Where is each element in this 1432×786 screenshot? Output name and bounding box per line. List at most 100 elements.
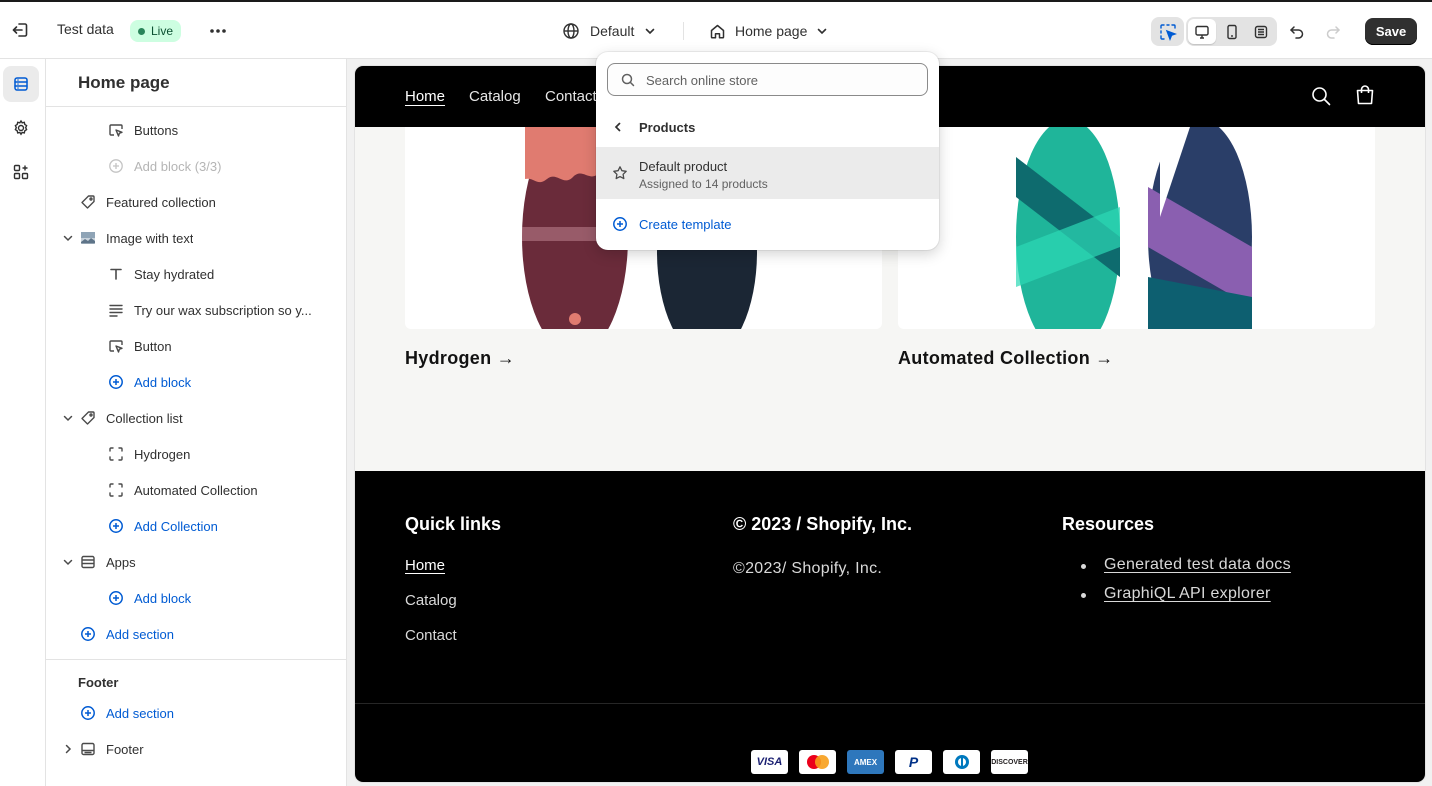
block-heading[interactable]: Stay hydrated xyxy=(46,256,346,292)
theme-selector-label: Default xyxy=(590,23,635,39)
page-selector-label: Home page xyxy=(735,23,808,39)
more-actions-icon[interactable] xyxy=(206,20,230,42)
template-option-default-product[interactable]: Default product Assigned to 14 products xyxy=(596,147,939,199)
tag-icon xyxy=(79,193,97,211)
footer-link-contact[interactable]: Contact xyxy=(405,627,457,644)
chevron-right-icon[interactable] xyxy=(62,743,74,755)
chevron-down-icon[interactable] xyxy=(62,232,74,244)
resource-link-label: Generated test data docs xyxy=(1104,556,1291,573)
text-heading-icon xyxy=(107,265,125,283)
undo-icon[interactable] xyxy=(1285,17,1309,46)
template-picker-popover: Products Default product Assigned to 14 … xyxy=(596,52,939,250)
button-block-icon xyxy=(107,337,125,355)
theme-selector[interactable]: Default xyxy=(562,18,656,44)
status-dot-icon xyxy=(138,27,145,35)
footer-link-catalog[interactable]: Catalog xyxy=(405,592,457,609)
sections-nav-button[interactable] xyxy=(3,66,39,102)
row-label: Add block xyxy=(134,374,192,390)
plus-circle-icon xyxy=(79,704,97,722)
create-template-button[interactable]: Create template xyxy=(596,208,939,240)
mobile-view-button[interactable] xyxy=(1218,19,1246,44)
desktop-icon xyxy=(1194,24,1210,40)
block-button[interactable]: Button xyxy=(46,328,346,364)
back-to-products-button[interactable]: Products xyxy=(596,112,939,142)
collection-title-automated[interactable]: Automated Collection → xyxy=(898,348,1114,369)
section-featured-collection[interactable]: Featured collection xyxy=(46,184,346,220)
live-badge: Live xyxy=(130,20,182,42)
block-collection-hydrogen[interactable]: Hydrogen xyxy=(46,436,346,472)
plus-circle-icon xyxy=(79,625,97,643)
mastercard-icon xyxy=(799,750,836,774)
exit-icon[interactable] xyxy=(10,20,30,40)
theme-settings-nav-button[interactable] xyxy=(3,110,39,146)
row-label: Add block (3/3) xyxy=(134,158,222,174)
add-collection-button[interactable]: Add Collection xyxy=(46,508,346,544)
live-badge-label: Live xyxy=(151,24,174,38)
amex-icon: AMEX xyxy=(847,750,884,774)
gear-icon xyxy=(12,119,30,137)
nav-link-home[interactable]: Home xyxy=(405,88,445,105)
divider xyxy=(46,106,346,107)
left-rail xyxy=(0,59,46,786)
tag-icon xyxy=(79,409,97,427)
collection-title-hydrogen[interactable]: Hydrogen → xyxy=(405,348,515,369)
dashed-frame-icon xyxy=(107,481,125,499)
add-block-button[interactable]: Add block xyxy=(46,364,346,400)
chevron-down-icon[interactable] xyxy=(62,556,74,568)
copyright-heading: © 2023 / Shopify, Inc. xyxy=(733,514,912,534)
plus-circle-icon xyxy=(612,216,628,232)
chevron-left-icon xyxy=(612,121,624,133)
footer-link-home[interactable]: Home xyxy=(405,557,445,574)
template-assignment-count: Assigned to 14 products xyxy=(639,177,768,191)
chevron-down-icon xyxy=(816,25,828,37)
block-buttons[interactable]: Buttons xyxy=(46,112,346,148)
add-section-button[interactable]: Add section xyxy=(46,616,346,652)
resource-link-label: GraphiQL API explorer xyxy=(1104,585,1271,602)
bullet xyxy=(1081,564,1086,569)
row-label: Button xyxy=(134,338,172,354)
desktop-view-button[interactable] xyxy=(1188,19,1216,44)
search-icon[interactable] xyxy=(1310,85,1332,107)
row-label: Collection list xyxy=(106,410,183,426)
fullscreen-view-button[interactable] xyxy=(1247,19,1275,44)
row-label: Stay hydrated xyxy=(134,266,215,282)
create-template-label: Create template xyxy=(639,217,732,232)
nav-link-catalog[interactable]: Catalog xyxy=(469,88,521,105)
quick-links-heading: Quick links xyxy=(405,514,502,534)
home-icon xyxy=(709,23,726,40)
block-text[interactable]: Try our wax subscription so y... xyxy=(46,292,346,328)
row-label: Apps xyxy=(106,554,136,570)
divider xyxy=(683,22,684,40)
app-embeds-nav-button[interactable] xyxy=(3,154,39,190)
section-collection-list[interactable]: Collection list xyxy=(46,400,346,436)
section-apps[interactable]: Apps xyxy=(46,544,346,580)
cart-icon[interactable] xyxy=(1354,84,1376,106)
device-switcher xyxy=(1186,17,1277,46)
block-collection-automated[interactable]: Automated Collection xyxy=(46,472,346,508)
bullet xyxy=(1081,593,1086,598)
add-section-button[interactable]: Add section xyxy=(46,695,346,731)
resources-heading: Resources xyxy=(1062,514,1155,534)
save-button[interactable]: Save xyxy=(1365,18,1417,45)
divider xyxy=(355,703,1425,704)
select-cursor-icon xyxy=(1159,23,1177,41)
section-footer[interactable]: Footer xyxy=(46,731,346,767)
button-block-icon xyxy=(107,121,125,139)
redo-icon[interactable] xyxy=(1321,17,1345,46)
footer-group-title: Footer xyxy=(78,675,119,690)
collection-image-automated[interactable] xyxy=(898,127,1375,329)
section-image-with-text[interactable]: Image with text xyxy=(46,220,346,256)
row-label: Add section xyxy=(106,626,174,642)
chevron-down-icon[interactable] xyxy=(62,412,74,424)
page-selector[interactable]: Home page xyxy=(709,18,828,44)
row-label: Footer xyxy=(106,741,144,757)
nav-link-contact[interactable]: Contact xyxy=(545,88,597,105)
search-input[interactable] xyxy=(646,70,916,90)
plus-circle-icon xyxy=(107,373,125,391)
add-block-button[interactable]: Add block xyxy=(46,580,346,616)
store-footer: Quick links Home Catalog Contact © 2023 … xyxy=(355,471,1425,782)
inspector-toggle-button[interactable] xyxy=(1151,17,1184,46)
sections-icon xyxy=(12,75,30,93)
diners-club-icon xyxy=(943,750,980,774)
discover-icon: DISCOVER xyxy=(991,750,1028,774)
